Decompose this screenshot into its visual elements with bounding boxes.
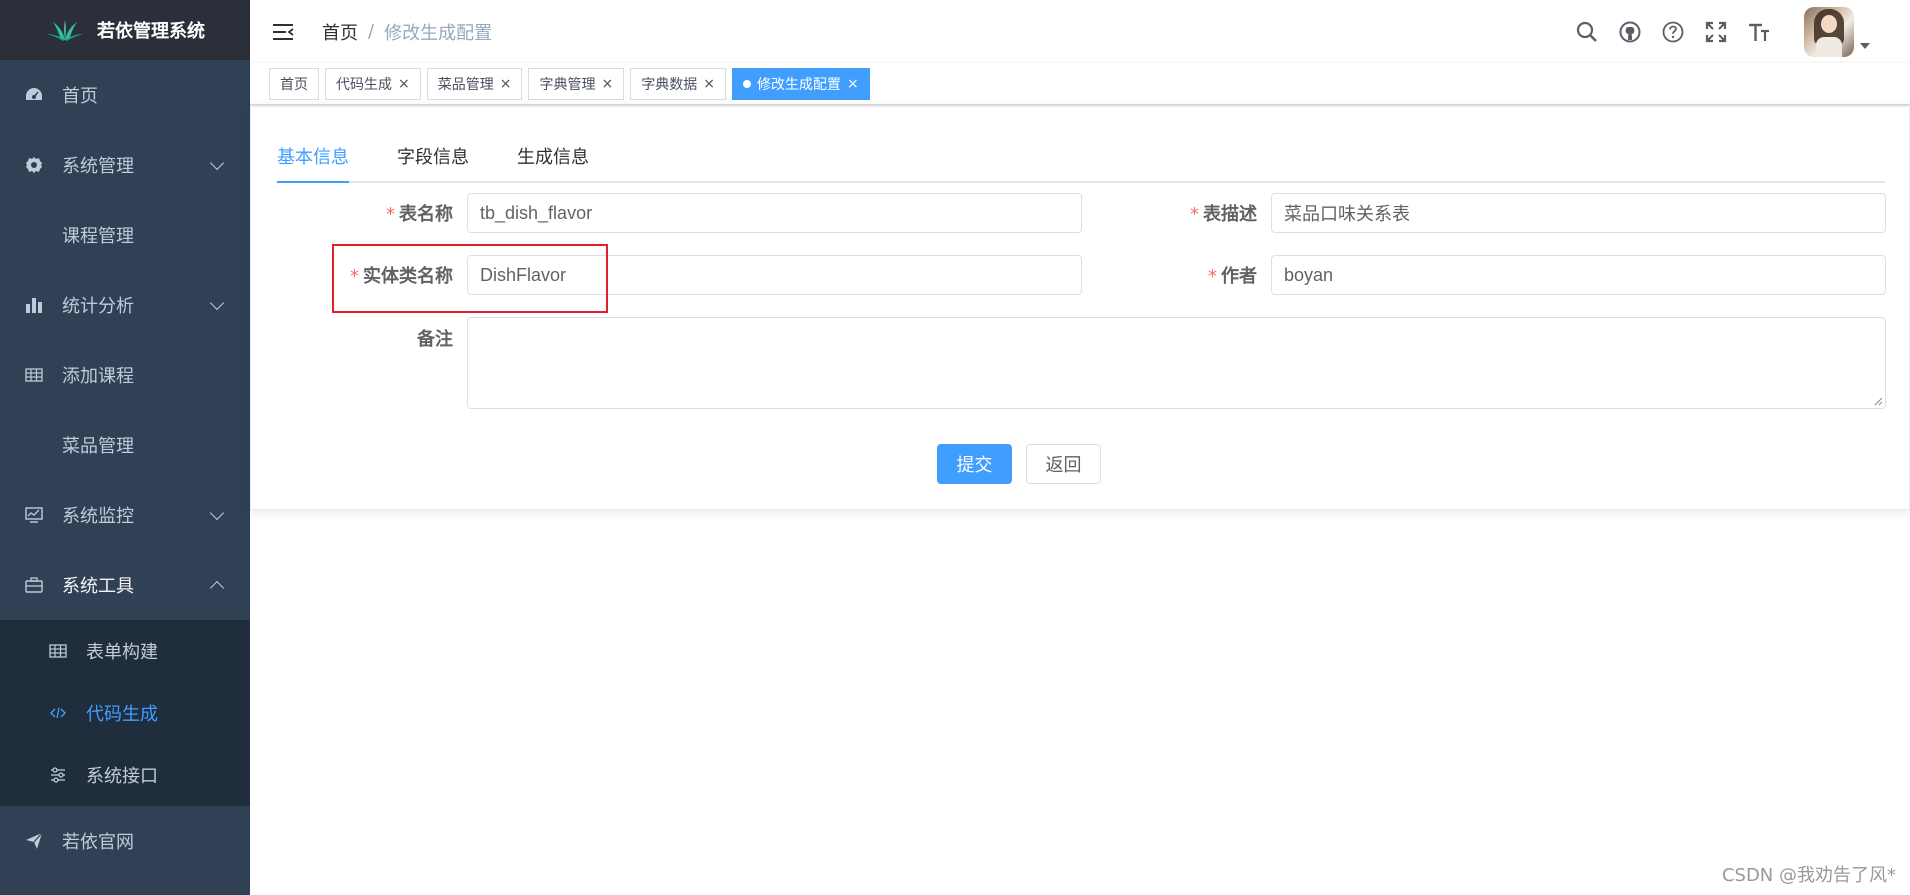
remark-label: 备注	[417, 329, 453, 350]
table-name-label: * 表名称	[386, 204, 453, 225]
navbar: 首页 / 修改生成配置	[250, 0, 1910, 63]
tag-edit-gen-config[interactable]: 修改生成配置 ×	[731, 67, 870, 100]
sidebar-logo[interactable]: 若依管理系统	[0, 0, 250, 60]
remark-textarea[interactable]	[467, 317, 1886, 409]
resize-handle-icon[interactable]	[1873, 396, 1883, 406]
table-icon	[48, 641, 68, 661]
required-mark: *	[1190, 204, 1199, 225]
close-icon[interactable]: ×	[847, 76, 859, 92]
close-icon[interactable]: ×	[398, 76, 410, 92]
tab-basic-info[interactable]: 基本信息	[277, 135, 349, 183]
avatar[interactable]	[1804, 6, 1854, 57]
toolbox-icon	[24, 575, 44, 595]
required-mark: *	[386, 204, 395, 225]
user-dropdown[interactable]	[1804, 6, 1870, 57]
close-icon[interactable]: ×	[601, 76, 613, 92]
table-name-input[interactable]: tb_dish_flavor	[467, 193, 1082, 233]
sidebar-item-code-generation[interactable]: 代码生成	[0, 682, 250, 744]
sidebar-item-form-builder[interactable]: 表单构建	[0, 620, 250, 682]
tag-label: 菜品管理	[437, 76, 494, 93]
sidebar-item-system-management[interactable]: 系统管理	[0, 130, 250, 200]
tag-home[interactable]: 首页	[269, 67, 319, 100]
close-icon[interactable]: ×	[500, 76, 512, 92]
dashboard-icon	[24, 85, 44, 105]
right-menu	[1575, 0, 1870, 63]
form-row-remark: 备注	[277, 317, 1886, 409]
sidebar-item-add-course[interactable]: 添加课程	[0, 340, 250, 410]
tag-dict-management[interactable]: 字典管理 ×	[528, 67, 625, 100]
breadcrumb: 首页 / 修改生成配置	[322, 19, 492, 45]
logo-icon	[47, 20, 83, 41]
form-row-table-name: * 表名称 tb_dish_flavor	[277, 193, 1082, 233]
sidebar-item-statistics[interactable]: 统计分析	[0, 270, 250, 340]
main-card: 基本信息 字段信息 生成信息 * 表名称 tb_dish_flavor * 表描述 …	[250, 106, 1910, 510]
search-icon[interactable]	[1575, 20, 1599, 44]
close-icon[interactable]: ×	[703, 76, 715, 92]
sidebar-item-label: 课程管理	[62, 226, 134, 247]
back-button[interactable]: 返回	[1026, 444, 1101, 484]
tabs: 基本信息 字段信息 生成信息	[277, 135, 1885, 183]
active-dot-icon	[742, 79, 751, 88]
tags-view: 首页 代码生成 × 菜品管理 × 字典管理 × 字典数据 × 修改生成配置 ×	[250, 63, 1910, 105]
tab-field-info[interactable]: 字段信息	[397, 135, 469, 181]
code-icon	[48, 703, 68, 723]
tag-label: 修改生成配置	[756, 76, 841, 93]
sidebar-item-label: 表单构建	[86, 642, 158, 663]
required-mark: *	[1208, 266, 1217, 287]
sidebar-item-course-management[interactable]: 课程管理	[0, 200, 250, 270]
tag-label: 代码生成	[336, 76, 392, 93]
sidebar: 若依管理系统 首页 系统管理 课程管理 统计分析 添加课程 菜品管理 系统监控 …	[0, 0, 250, 895]
tab-gen-info[interactable]: 生成信息	[517, 135, 589, 181]
submit-button[interactable]: 提交	[937, 444, 1012, 484]
breadcrumb-separator: /	[368, 21, 375, 42]
system-tools-submenu: 表单构建 代码生成 系统接口	[0, 620, 250, 806]
tag-label: 字典管理	[539, 76, 596, 93]
breadcrumb-current: 修改生成配置	[384, 22, 493, 44]
send-icon	[24, 831, 44, 851]
author-input[interactable]: boyan	[1271, 255, 1886, 295]
sidebar-item-system-tools[interactable]: 系统工具	[0, 550, 250, 620]
sidebar-item-dish-management[interactable]: 菜品管理	[0, 410, 250, 480]
fullscreen-icon[interactable]	[1704, 20, 1728, 44]
help-icon[interactable]	[1661, 20, 1685, 44]
form-row-table-desc: * 表描述 菜品口味关系表	[1081, 193, 1886, 233]
sidebar-item-label: 系统接口	[86, 766, 158, 787]
font-size-icon[interactable]	[1747, 20, 1771, 44]
sidebar-item-home[interactable]: 首页	[0, 60, 250, 130]
gear-icon	[24, 155, 44, 175]
sidebar-item-label: 若依官网	[62, 832, 134, 853]
sidebar-item-label: 菜品管理	[62, 436, 134, 457]
tag-code-generation[interactable]: 代码生成 ×	[325, 67, 421, 100]
sidebar-item-system-monitor[interactable]: 系统监控	[0, 480, 250, 550]
sliders-icon	[48, 765, 68, 785]
sidebar-item-label: 首页	[62, 86, 98, 107]
tag-label: 字典数据	[641, 76, 698, 93]
author-label: * 作者	[1208, 266, 1257, 287]
github-icon[interactable]	[1618, 20, 1642, 44]
monitor-icon	[24, 505, 44, 525]
app-title: 若依管理系统	[97, 21, 205, 42]
tag-dict-data[interactable]: 字典数据 ×	[630, 67, 726, 100]
sidebar-item-system-api[interactable]: 系统接口	[0, 744, 250, 806]
table-icon	[24, 365, 44, 385]
tag-dish-management[interactable]: 菜品管理 ×	[426, 67, 523, 100]
table-desc-input[interactable]: 菜品口味关系表	[1271, 193, 1886, 233]
table-desc-label: * 表描述	[1190, 204, 1257, 225]
sidebar-item-label: 添加课程	[62, 366, 134, 387]
tag-label: 首页	[280, 76, 308, 93]
sidebar-item-label: 代码生成	[86, 704, 158, 725]
sidebar-item-official-site[interactable]: 若依官网	[0, 806, 250, 876]
hamburger-icon[interactable]	[272, 23, 294, 41]
bar-chart-icon	[24, 295, 44, 315]
breadcrumb-home[interactable]: 首页	[322, 19, 358, 45]
caret-down-icon	[1860, 42, 1870, 49]
form-row-author: * 作者 boyan	[1081, 255, 1886, 295]
watermark: CSDN @我劝告了风*	[1721, 865, 1896, 886]
highlight-annotation	[332, 244, 608, 313]
